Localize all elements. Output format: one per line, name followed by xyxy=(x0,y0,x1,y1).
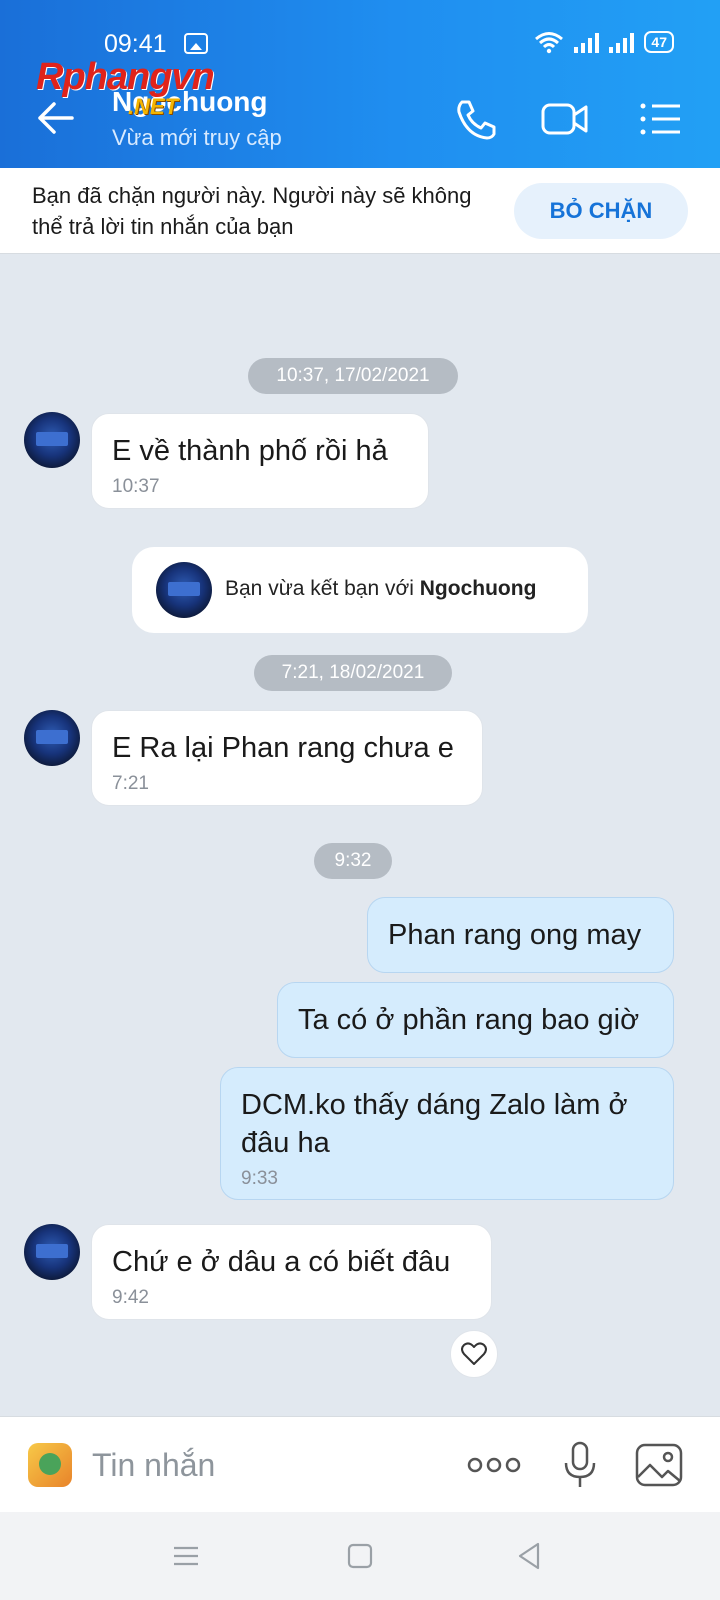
back-arrow-icon[interactable] xyxy=(36,100,76,136)
top-bar: 09:41 47 Ngochuong Vừa mới truy cập Rpha… xyxy=(0,0,720,168)
friend-notice-text: Bạn vừa kết bạn với xyxy=(225,577,420,600)
friend-added-notice: Bạn vừa kết bạn với Ngochuong xyxy=(132,547,588,633)
home-icon[interactable] xyxy=(344,1540,376,1572)
wifi-icon xyxy=(535,32,564,54)
message-bubble-incoming[interactable]: E Ra lại Phan rang chưa e 7:21 xyxy=(91,710,483,806)
avatar[interactable] xyxy=(156,562,212,618)
watermark-suffix: .NET xyxy=(128,94,179,119)
date-separator: 10:37, 17/02/2021 xyxy=(248,358,458,394)
message-text: E về thành phố rồi hả xyxy=(112,435,388,467)
heart-icon xyxy=(461,1342,487,1365)
signal-2-icon xyxy=(609,31,635,53)
more-options-icon[interactable] xyxy=(466,1441,522,1489)
gallery-notification-icon xyxy=(184,33,208,54)
signal-1-icon xyxy=(574,31,600,53)
system-nav-bar xyxy=(0,1512,720,1600)
image-gallery-icon[interactable] xyxy=(634,1441,684,1489)
message-bubble-outgoing[interactable]: Phan rang ong may xyxy=(367,897,674,973)
message-text: DCM.ko thấy dáng Zalo làm ở đâu ha xyxy=(241,1089,628,1159)
blocked-message: Bạn đã chặn người này. Người này sẽ khôn… xyxy=(32,183,472,239)
status-icons: 47 xyxy=(534,30,674,54)
menu-list-icon[interactable] xyxy=(636,96,686,142)
status-time: 09:41 xyxy=(104,30,167,58)
message-time: 7:21 xyxy=(112,773,149,794)
message-bubble-outgoing[interactable]: Ta có ở phần rang bao giờ xyxy=(277,982,674,1058)
message-input[interactable] xyxy=(92,1445,432,1485)
chat-area[interactable]: 10:37, 17/02/2021 E về thành phố rồi hả … xyxy=(0,254,720,1416)
message-time: 10:37 xyxy=(112,476,160,497)
date-separator: 7:21, 18/02/2021 xyxy=(254,655,452,691)
avatar[interactable] xyxy=(24,1224,80,1280)
microphone-icon[interactable] xyxy=(562,1441,598,1489)
message-bubble-incoming[interactable]: E về thành phố rồi hả 10:37 xyxy=(91,413,429,509)
sticker-icon[interactable] xyxy=(28,1443,72,1487)
back-icon[interactable] xyxy=(514,1540,546,1572)
watermark-logo: Rphangvn xyxy=(36,56,215,98)
avatar[interactable] xyxy=(24,710,80,766)
message-text: E Ra lại Phan rang chưa e xyxy=(112,732,454,764)
battery-icon: 47 xyxy=(644,31,674,53)
phone-call-icon[interactable] xyxy=(452,96,502,142)
recent-apps-icon[interactable] xyxy=(170,1540,202,1572)
message-text: Chứ e ở dâu a có biết đâu xyxy=(112,1246,451,1278)
message-input-bar xyxy=(0,1416,720,1512)
message-bubble-outgoing[interactable]: DCM.ko thấy dáng Zalo làm ở đâu ha 9:33 xyxy=(220,1067,674,1200)
message-text: Phan rang ong may xyxy=(388,919,642,951)
chat-header: Ngochuong Vừa mới truy cập Rphangvn .NET xyxy=(0,56,720,168)
message-bubble-incoming[interactable]: Chứ e ở dâu a có biết đâu 9:42 xyxy=(91,1224,492,1320)
unblock-button[interactable]: BỎ CHẶN xyxy=(514,183,688,239)
message-time: 9:33 xyxy=(241,1168,278,1189)
contact-status: Vừa mới truy cập xyxy=(112,125,282,150)
video-call-icon[interactable] xyxy=(540,96,590,142)
react-heart-button[interactable] xyxy=(450,1330,498,1378)
friend-notice-name: Ngochuong xyxy=(419,577,537,600)
time-separator: 9:32 xyxy=(314,843,392,879)
message-time: 9:42 xyxy=(112,1287,149,1308)
blocked-banner: Bạn đã chặn người này. Người này sẽ khôn… xyxy=(0,168,720,254)
avatar[interactable] xyxy=(24,412,80,468)
message-text: Ta có ở phần rang bao giờ xyxy=(298,1004,640,1036)
